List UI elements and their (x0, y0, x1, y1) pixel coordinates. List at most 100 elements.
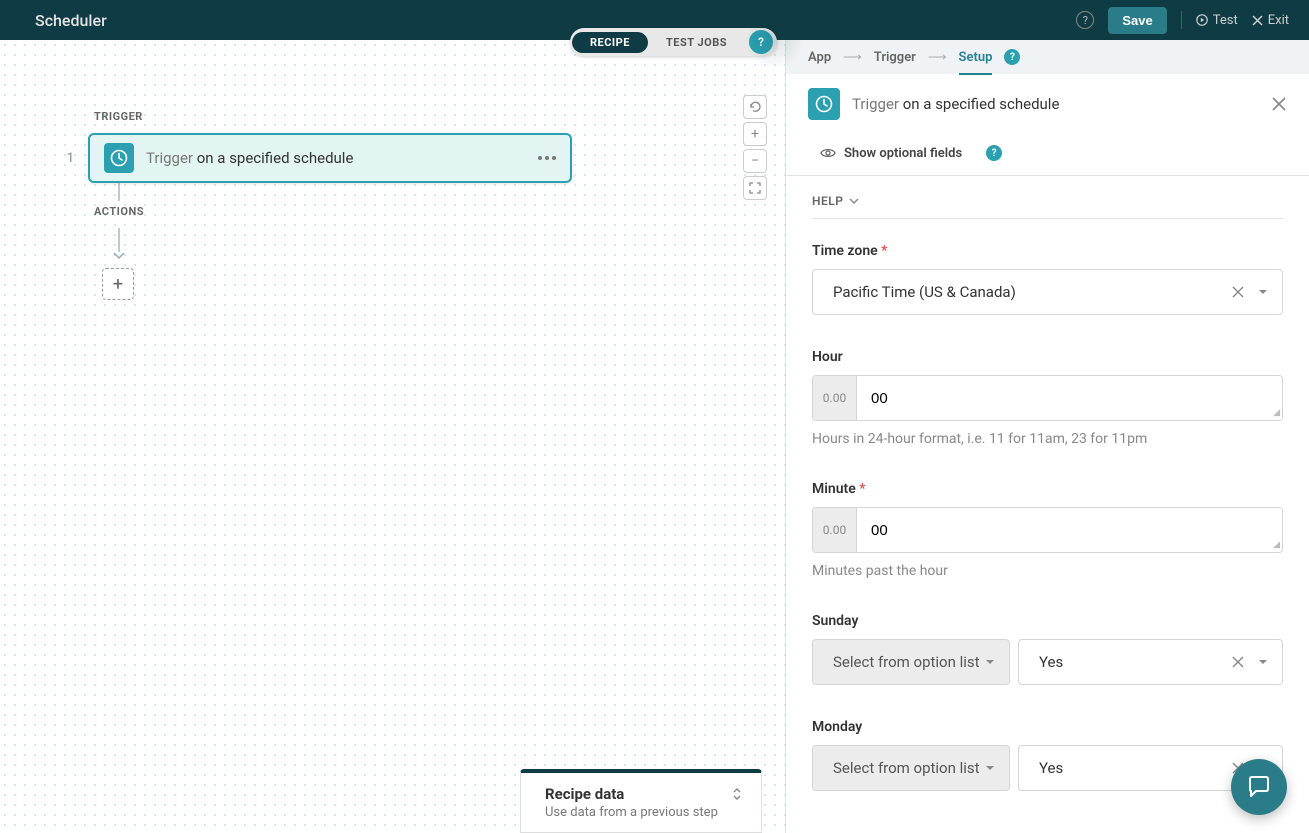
optional-help-icon[interactable]: ? (986, 145, 1002, 161)
config-panel: App ⟶ Trigger ⟶ Setup ? Trigger on a spe… (785, 40, 1309, 833)
minute-label: Minute * (812, 481, 1283, 497)
trigger-step-row: 1 Trigger on a specified schedule (64, 133, 572, 183)
sunday-group: Sunday Select from option list Yes (812, 613, 1283, 685)
expand-icon (748, 181, 762, 195)
chat-widget[interactable] (1231, 759, 1287, 815)
canvas-controls: + − (743, 95, 767, 200)
sunday-label: Sunday (812, 613, 1283, 629)
hour-prefix: 0.00 (813, 376, 857, 420)
hour-help: Hours in 24-hour format, i.e. 11 for 11a… (812, 431, 1283, 447)
breadcrumb-trigger[interactable]: Trigger (874, 50, 916, 65)
optional-fields-label: Show optional fields (844, 146, 962, 161)
trigger-section-label: TRIGGER (94, 110, 572, 123)
connector (118, 183, 120, 201)
test-label: Test (1213, 13, 1238, 28)
monday-group: Monday Select from option list Yes (812, 719, 1283, 791)
monday-mode-value: Select from option list (833, 759, 980, 777)
recipe-data-subtitle: Use data from a previous step (545, 805, 743, 820)
monday-mode-select[interactable]: Select from option list (812, 745, 1010, 791)
chevron-down-icon[interactable] (985, 659, 995, 665)
minute-input-wrap: 0.00 ◢ (812, 507, 1283, 553)
resize-handle-icon[interactable]: ◢ (1273, 408, 1280, 418)
clear-icon[interactable] (1232, 656, 1244, 668)
minute-help: Minutes past the hour (812, 563, 1283, 579)
trigger-card[interactable]: Trigger on a specified schedule (88, 133, 572, 183)
header-actions: ? Save Test Exit (1076, 7, 1289, 34)
chevron-down-icon[interactable] (985, 765, 995, 771)
zoom-in-button[interactable]: + (743, 122, 767, 146)
panel-header-prefix: Trigger (852, 95, 899, 113)
clear-icon[interactable] (1232, 286, 1244, 298)
monday-label: Monday (812, 719, 1283, 735)
chat-icon (1245, 773, 1273, 801)
breadcrumb-help-icon[interactable]: ? (1004, 49, 1020, 65)
resize-handle-icon[interactable]: ◢ (1273, 540, 1280, 550)
timezone-value: Pacific Time (US & Canada) (833, 283, 1016, 301)
breadcrumb-setup[interactable]: Setup (959, 50, 993, 75)
clock-icon (104, 143, 134, 173)
tab-test-jobs[interactable]: TEST JOBS (648, 32, 745, 53)
chevron-down-icon (849, 198, 859, 204)
help-label: HELP (812, 194, 843, 208)
actions-section-label: ACTIONS (94, 205, 572, 218)
test-button[interactable]: Test (1196, 13, 1238, 28)
trigger-description: on a specified schedule (197, 149, 354, 167)
minute-group: Minute * 0.00 ◢ Minutes past the hour (812, 481, 1283, 579)
connector (118, 228, 120, 252)
panel-header-desc: on a specified schedule (903, 95, 1060, 113)
chevron-down-icon[interactable] (1258, 289, 1268, 295)
fit-button[interactable] (743, 176, 767, 200)
recipe-data-panel[interactable]: Recipe data Use data from a previous ste… (520, 769, 762, 833)
minute-prefix: 0.00 (813, 508, 857, 552)
exit-label: Exit (1268, 13, 1289, 28)
trigger-prefix: Trigger (146, 149, 193, 167)
close-icon (1252, 15, 1263, 26)
hour-input-wrap: 0.00 ◢ (812, 375, 1283, 421)
eye-icon (820, 147, 836, 159)
sunday-value-select[interactable]: Yes (1018, 639, 1283, 685)
panel-header: Trigger on a specified schedule (786, 74, 1309, 135)
save-button[interactable]: Save (1108, 7, 1166, 34)
undo-icon (748, 100, 762, 114)
attention-glow (745, 10, 805, 70)
recipe-data-title: Recipe data (545, 785, 743, 803)
undo-button[interactable] (743, 95, 767, 119)
arrow-icon: ⟶ (928, 50, 947, 65)
sunday-mode-value: Select from option list (833, 653, 980, 671)
timezone-group: Time zone * Pacific Time (US & Canada) (812, 243, 1283, 315)
timezone-label: Time zone * (812, 243, 1283, 259)
panel-header-text: Trigger on a specified schedule (852, 95, 1059, 113)
optional-fields-toggle[interactable]: Show optional fields ? (786, 135, 1309, 176)
arrow-icon: ⟶ (843, 50, 862, 65)
clock-icon (808, 88, 840, 120)
add-action-button[interactable]: + (102, 268, 134, 300)
card-menu-icon[interactable] (538, 156, 556, 160)
timezone-select[interactable]: Pacific Time (US & Canada) (812, 269, 1283, 315)
hour-group: Hour 0.00 ◢ Hours in 24-hour format, i.e… (812, 349, 1283, 447)
exit-button[interactable]: Exit (1252, 13, 1289, 28)
expand-collapse-icon[interactable] (731, 787, 743, 801)
close-panel-button[interactable] (1271, 96, 1287, 112)
view-tabs: RECIPE TEST JOBS ? (570, 28, 777, 56)
canvas-content: TRIGGER 1 Trigger on a specified schedul… (64, 110, 572, 300)
hour-label: Hour (812, 349, 1283, 365)
arrow-down-icon (113, 252, 125, 260)
breadcrumb-app[interactable]: App (808, 50, 831, 65)
minute-input[interactable] (857, 508, 1282, 552)
app-title: Scheduler (35, 11, 107, 30)
recipe-canvas: + − TRIGGER 1 Trigger on a specified sch… (0, 40, 785, 833)
step-number: 1 (64, 151, 74, 166)
play-icon (1196, 14, 1208, 26)
chevron-down-icon[interactable] (1258, 659, 1268, 665)
sunday-value: Yes (1039, 653, 1063, 671)
sunday-mode-select[interactable]: Select from option list (812, 639, 1010, 685)
divider (1181, 11, 1182, 29)
panel-body: HELP Time zone * Pacific Time (US & Cana… (786, 176, 1309, 833)
tab-recipe[interactable]: RECIPE (572, 32, 648, 53)
zoom-out-button[interactable]: − (743, 149, 767, 173)
monday-value: Yes (1039, 759, 1063, 777)
help-section-toggle[interactable]: HELP (812, 194, 1283, 219)
trigger-card-text: Trigger on a specified schedule (146, 149, 353, 167)
help-icon[interactable]: ? (1076, 11, 1094, 29)
hour-input[interactable] (857, 376, 1282, 420)
